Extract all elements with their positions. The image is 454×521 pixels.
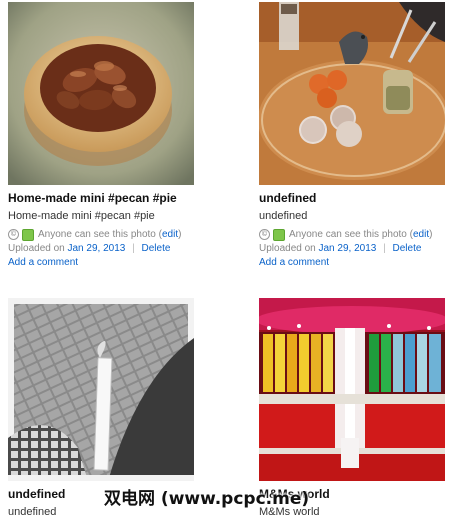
photo-thumbnail[interactable] <box>8 2 194 185</box>
photo-title: Home-made mini #pecan #pie <box>8 191 177 205</box>
photo-description: Home-made mini #pecan #pie <box>8 210 155 222</box>
uploaded-label: Uploaded on <box>8 243 65 254</box>
visibility-text: Anyone can see this photo <box>38 229 156 240</box>
uploaded-label: Uploaded on <box>259 243 316 254</box>
photo-thumbnail[interactable] <box>259 2 445 185</box>
upload-row: Uploaded on Jan 29, 2013 | Delete <box>8 242 194 255</box>
add-comment-link[interactable]: Add a comment <box>259 257 329 268</box>
pecan-pie-image <box>8 2 194 185</box>
photo-card: Home-made mini #pecan #pie Home-made min… <box>8 2 194 269</box>
mms-world-image <box>259 298 445 481</box>
site-watermark: 双电网 (www.pcpc.me) <box>104 489 310 509</box>
upload-date-link[interactable]: Jan 29, 2013 <box>319 243 377 254</box>
visibility-row: © Anyone can see this photo (edit) <box>259 228 445 241</box>
street-image <box>8 298 194 481</box>
truffles-image <box>259 2 445 185</box>
privacy-icon <box>273 228 285 241</box>
separator: | <box>132 243 135 254</box>
photo-thumbnail[interactable] <box>8 298 194 481</box>
separator: | <box>383 243 386 254</box>
photo-thumbnail[interactable] <box>259 298 445 481</box>
privacy-icon <box>22 228 34 241</box>
edit-link[interactable]: edit <box>413 228 429 241</box>
add-comment-link[interactable]: Add a comment <box>8 257 78 268</box>
delete-link[interactable]: Delete <box>393 243 422 254</box>
delete-link[interactable]: Delete <box>142 243 171 254</box>
photo-title: undefined <box>259 191 317 205</box>
copyright-icon: © <box>8 229 19 240</box>
photo-card: undefined undefined © Anyone can see thi… <box>259 2 445 269</box>
copyright-icon: © <box>259 229 270 240</box>
edit-link[interactable]: edit <box>162 228 178 241</box>
upload-row: Uploaded on Jan 29, 2013 | Delete <box>259 242 445 255</box>
visibility-row: © Anyone can see this photo (edit) <box>8 228 194 241</box>
visibility-text: Anyone can see this photo <box>289 229 407 240</box>
upload-date-link[interactable]: Jan 29, 2013 <box>68 243 126 254</box>
photo-description: undefined <box>259 210 308 222</box>
